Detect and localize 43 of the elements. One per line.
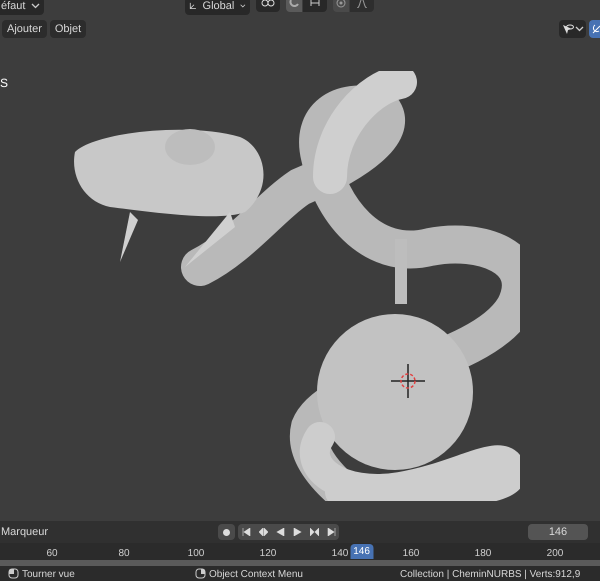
frame-tick-label: 60	[46, 547, 58, 561]
frame-tick-label: 120	[260, 547, 276, 561]
falloff-curve-icon	[356, 0, 368, 8]
eye-pointer-icon	[562, 24, 574, 34]
chevron-icon	[574, 26, 584, 32]
viewport-label: S	[0, 75, 8, 92]
increment-icon	[310, 0, 320, 6]
frame-tick-label: 160	[402, 547, 420, 561]
jump-start-icon	[242, 528, 250, 536]
frame-tick-label: 100	[188, 547, 204, 561]
status-hint: Object Context Menu	[209, 568, 303, 581]
frame-tick-label: 180	[474, 547, 492, 561]
visibility-dropdown[interactable]	[559, 20, 586, 38]
next-keyframe-icon	[310, 528, 318, 536]
scene-statistics: Collection | CheminNURBS | Verts:912,9	[400, 568, 580, 581]
target-icon	[336, 0, 346, 8]
orientation-dropdown[interactable]: Global	[185, 0, 250, 15]
jump-end-icon	[326, 528, 336, 536]
timeline-scrollbar[interactable]	[0, 560, 600, 566]
axes-icon	[189, 0, 197, 12]
link-icon	[261, 0, 275, 8]
play-icon	[292, 528, 302, 536]
frame-tick-label: 80	[118, 547, 130, 561]
chevron-icon	[240, 3, 246, 9]
current-frame-field[interactable]: 146	[528, 524, 588, 540]
previous-keyframe-icon	[258, 528, 268, 536]
frame-tick-label: 200	[546, 547, 564, 561]
menu-button[interactable]: Ajouter	[2, 20, 47, 38]
menu-button[interactable]: Objet	[50, 20, 86, 38]
mouse-icon	[8, 568, 19, 579]
3d-cursor-icon	[391, 364, 425, 398]
frame-tick-label: 140	[332, 547, 348, 561]
play-reverse-icon	[276, 528, 284, 536]
marker-menu[interactable]: Marqueur	[1, 524, 48, 540]
record-icon	[223, 528, 230, 536]
gizmo-toggle[interactable]	[589, 20, 600, 38]
mouse-icon	[195, 568, 206, 579]
gizmo-icon	[592, 24, 600, 34]
playhead-frame-badge[interactable]: 146	[350, 544, 374, 559]
mode-dropdown[interactable]: éfaut	[0, 0, 44, 15]
chevron-icon	[31, 3, 40, 9]
record-button[interactable]	[218, 524, 235, 540]
status-hint: Tourner vue	[22, 568, 75, 581]
